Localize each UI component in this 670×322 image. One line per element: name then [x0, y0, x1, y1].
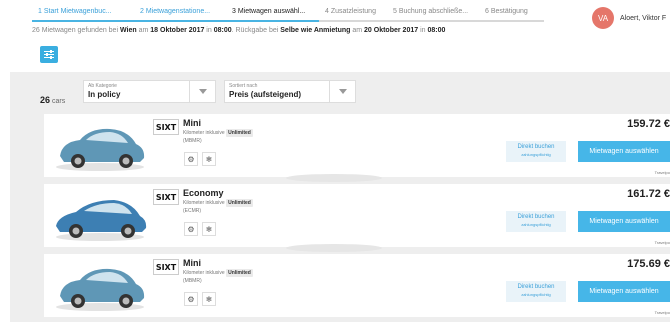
choose-car-button[interactable]: Mietwagen auswählen	[578, 211, 670, 232]
snowflake-icon: ❄	[202, 222, 216, 236]
car-image	[56, 268, 145, 311]
result-count-unit: cars	[51, 98, 66, 105]
step-stations[interactable]: 2 Mietwagenstatione...	[134, 6, 226, 22]
summary-text: am	[350, 27, 365, 34]
user-menu[interactable]: VA Aloert, Viktor F	[592, 7, 666, 29]
provider-label: Travelpo	[654, 310, 670, 315]
search-summary: 26 Mietwagen gefunden bei Wien am 18 Okt…	[32, 27, 445, 34]
car-category: Economy	[183, 188, 224, 198]
unlimited-badge: Unlimited	[226, 129, 253, 137]
step-confirmation: 6 Bestätigung	[479, 6, 544, 22]
summary-text: in	[204, 27, 214, 34]
provider-label: Travelpo	[654, 170, 670, 175]
car-price: 161.72 €	[627, 188, 670, 200]
direct-book-label: Direkt buchen	[517, 144, 555, 150]
car-offer-card: SIXT Mini Kilometer inklusive Unlimited …	[44, 254, 670, 317]
car-image	[56, 200, 147, 241]
category-value: In policy	[88, 90, 121, 99]
avatar[interactable]: VA	[592, 7, 614, 29]
summary-text: am	[136, 27, 151, 34]
sort-value: Preis (aufsteigend)	[229, 90, 302, 99]
gearbox-icon: ⚙	[184, 222, 198, 236]
snowflake-icon: ❄	[202, 152, 216, 166]
car-category: Mini	[183, 258, 201, 268]
summary-pickup-date: 18 Oktober 2017	[150, 27, 205, 34]
user-name[interactable]: Aloert, Viktor F	[620, 15, 666, 22]
summary-text: . Rückgabe bei	[231, 27, 281, 34]
filter-sliders-icon	[44, 50, 54, 59]
result-count: 26 cars	[40, 95, 65, 105]
step-start[interactable]: 1 Start Mietwagenbuc...	[32, 6, 134, 22]
step-complete: 5 Buchung abschließe...	[387, 6, 479, 22]
mileage-text: Kilometer inklusive	[183, 270, 225, 276]
car-code: (ECMR)	[183, 208, 202, 214]
direct-book-button[interactable]: Direkt buchen zahlungspflichtig	[506, 281, 566, 302]
direct-book-sublabel: zahlungspflichtig	[521, 222, 551, 227]
card-divider	[286, 174, 382, 182]
summary-return-time: 08:00	[427, 27, 446, 34]
car-offer-card: SIXT Economy Kilometer inklusive Unlimit…	[44, 184, 670, 247]
chevron-down-icon[interactable]	[189, 81, 215, 102]
step-choose-car[interactable]: 3 Mietwagen auswähl...	[226, 6, 319, 22]
result-count-number: 26	[40, 95, 51, 105]
gearbox-icon: ⚙	[184, 292, 198, 306]
mileage-text: Kilometer inklusive	[183, 200, 225, 206]
card-divider	[286, 244, 382, 252]
step-extras: 4 Zusatzleistung	[319, 6, 387, 22]
sixt-logo: SIXT	[153, 259, 179, 275]
snowflake-icon: ❄	[202, 292, 216, 306]
direct-book-label: Direkt buchen	[517, 284, 555, 290]
car-price: 159.72 €	[627, 118, 670, 130]
gearbox-icon: ⚙	[184, 152, 198, 166]
choose-car-button[interactable]: Mietwagen auswählen	[578, 141, 670, 162]
summary-text: 26 Mietwagen gefunden bei	[32, 27, 120, 34]
provider-label: Travelpo	[654, 240, 670, 245]
booking-steps: 1 Start Mietwagenbuc... 2 Mietwagenstati…	[32, 6, 544, 22]
car-category: Mini	[183, 118, 201, 128]
car-offer-card: SIXT Mini Kilometer inklusive Unlimited …	[44, 114, 670, 177]
summary-city: Wien	[119, 27, 137, 34]
summary-pickup-time: 08:00	[213, 27, 232, 34]
direct-book-sublabel: zahlungspflichtig	[521, 292, 551, 297]
mileage-info: Kilometer inklusive Unlimited	[183, 199, 253, 207]
direct-book-button[interactable]: Direkt buchen zahlungspflichtig	[506, 141, 566, 162]
mileage-text: Kilometer inklusive	[183, 130, 225, 136]
mileage-info: Kilometer inklusive Unlimited	[183, 269, 253, 277]
summary-return-place: Selbe wie Anmietung	[280, 27, 351, 34]
sort-select[interactable]: Sortiert nach Preis (aufsteigend)	[224, 80, 356, 103]
unlimited-badge: Unlimited	[226, 199, 253, 207]
direct-book-label: Direkt buchen	[517, 214, 555, 220]
category-select[interactable]: Ab Kategorie In policy	[83, 80, 216, 103]
choose-car-button[interactable]: Mietwagen auswählen	[578, 281, 670, 302]
direct-book-sublabel: zahlungspflichtig	[521, 152, 551, 157]
filter-button[interactable]	[40, 46, 58, 63]
direct-book-button[interactable]: Direkt buchen zahlungspflichtig	[506, 211, 566, 232]
mileage-info: Kilometer inklusive Unlimited	[183, 129, 253, 137]
car-code: (MBMR)	[183, 278, 202, 284]
car-price: 175.69 €	[627, 258, 670, 270]
car-image	[56, 128, 145, 171]
car-code: (MBMR)	[183, 138, 202, 144]
chevron-down-icon[interactable]	[329, 81, 355, 102]
sixt-logo: SIXT	[153, 189, 179, 205]
sixt-logo: SIXT	[153, 119, 179, 135]
unlimited-badge: Unlimited	[226, 269, 253, 277]
summary-return-date: 20 Oktober 2017	[364, 27, 419, 34]
